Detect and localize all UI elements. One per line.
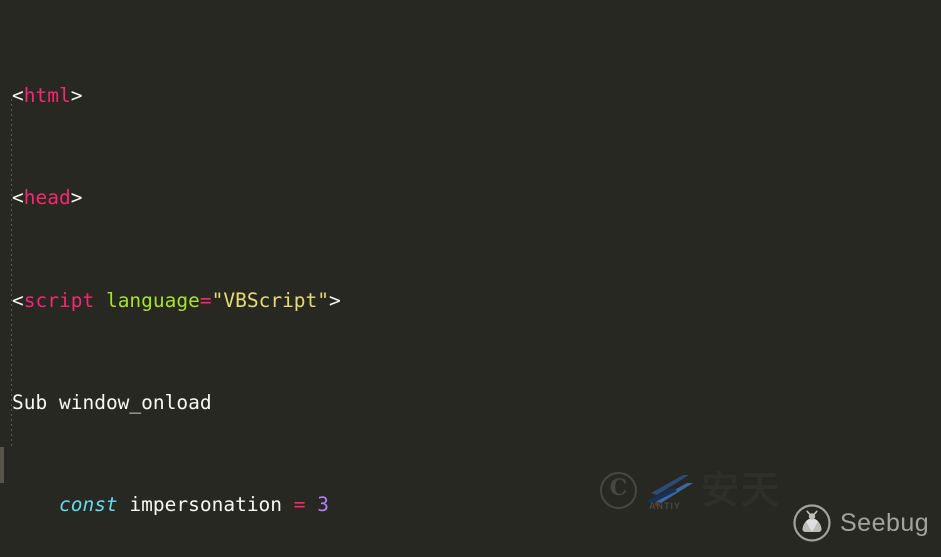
- angle-bracket-close: >: [70, 186, 83, 210]
- token-tag-html: html: [23, 83, 71, 107]
- angle-bracket-close: >: [70, 83, 83, 107]
- code-editor-viewport[interactable]: <html> <head> <script language="VBScript…: [0, 0, 941, 557]
- token-const-lowercase: const: [58, 493, 118, 517]
- token-sub-keyword: Sub: [12, 390, 48, 414]
- code-line-4: Sub window_onload: [0, 390, 941, 416]
- token-attr-language: language: [105, 288, 200, 312]
- token-number-3: 3: [317, 493, 330, 517]
- code-line-5: const impersonation = 3: [0, 492, 941, 518]
- token-attr-value-vbscript: "VBScript": [211, 288, 330, 312]
- angle-bracket-open: <: [12, 186, 24, 210]
- code-line-1: <html>: [0, 83, 941, 109]
- token-equals: =: [199, 288, 212, 312]
- code-screenshot: <html> <head> <script language="VBScript…: [0, 0, 941, 557]
- code-line-2: <head>: [0, 185, 941, 211]
- token-tag-script: script: [23, 288, 95, 312]
- angle-bracket-open: <: [12, 83, 24, 107]
- code-line-3: <script language="VBScript">: [0, 288, 941, 314]
- token-sub-name: window_onload: [58, 390, 212, 414]
- angle-bracket-open: <: [12, 288, 24, 312]
- angle-bracket-close: >: [329, 288, 341, 312]
- token-tag-head: head: [23, 186, 71, 210]
- token-equals: =: [293, 493, 306, 517]
- token-var-impersonation: impersonation: [129, 493, 283, 517]
